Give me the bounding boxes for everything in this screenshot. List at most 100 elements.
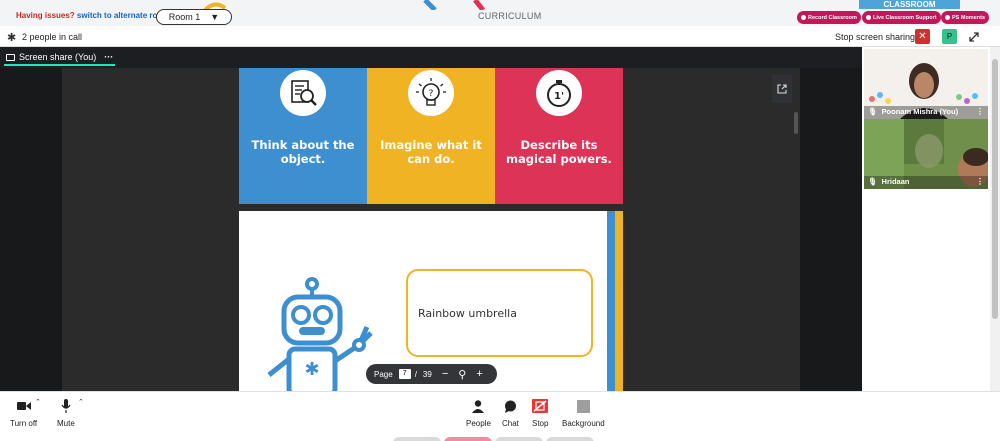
participant-name-text: Poonam Mishra (You) [881, 107, 959, 116]
card-imagine: ? Imagine what it can do. [367, 68, 495, 204]
page-number-input[interactable]: 7 [398, 369, 411, 379]
stopwatch-icon: 1' [547, 80, 571, 107]
participant-name: 🎙 Hridaan [868, 177, 909, 186]
mute-label: Mute [57, 419, 75, 428]
curriculum-tab[interactable]: CURRICULUM [478, 11, 542, 21]
svg-text:?: ? [429, 89, 434, 99]
total-pages: 39 [422, 369, 432, 379]
having-issues-text: Having issues? switch to alternate room [16, 11, 169, 20]
stopwatch-time-text: 1' [554, 91, 564, 102]
stop-share-icon [532, 399, 549, 413]
speech-bubble-text: Rainbow umbrella [418, 307, 517, 320]
popout-button[interactable] [772, 75, 792, 103]
decorative-swoosh [203, 0, 485, 10]
screen-share-icon [6, 53, 15, 61]
stage-tab-bar: Screen share (You) ··· [0, 47, 862, 68]
expand-icon [968, 31, 979, 42]
stage-left-gutter [0, 68, 62, 391]
card-icon-circle [280, 70, 326, 116]
classroom-tag: CLASSROOM [859, 0, 960, 9]
camera-options-caret[interactable]: ⌃ [35, 398, 41, 406]
turn-off-camera-button[interactable]: Turn off [10, 398, 37, 428]
participant-tile[interactable]: 🎙 Hridaan ⋮ [864, 119, 988, 189]
chat-bubble-icon [504, 400, 516, 413]
mute-button[interactable]: Mute [57, 398, 75, 428]
live-classroom-support-button[interactable]: Live Classroom Support [862, 11, 941, 24]
participant-more-icon[interactable]: ⋮ [976, 177, 984, 186]
call-status-bar: ✱ 2 people in call Stop screen sharing ✕… [0, 26, 1000, 47]
participant-tile[interactable]: 🎙 Poonam Mishra (You) ⋮ [864, 49, 988, 119]
page-label: Page [374, 369, 393, 379]
people-label: People [466, 419, 491, 428]
page-scrollbar[interactable] [990, 47, 1000, 391]
card-icon-circle: 1' [536, 70, 582, 116]
page-navigation-bar: Page 7 / 39 − ⚲ + [366, 364, 497, 384]
background-label: Background [562, 419, 605, 428]
people-button[interactable]: People [466, 398, 491, 428]
participant-name: 🎙 Poonam Mishra (You) [868, 107, 958, 116]
external-link-icon [777, 84, 787, 94]
mic-options-caret[interactable]: ⌃ [78, 398, 84, 406]
moments-icon [945, 15, 950, 20]
issues-label: Having issues? [16, 11, 75, 20]
card-imagine-caption: Imagine what it can do. [380, 138, 482, 166]
chat-label: Chat [502, 419, 519, 428]
shared-scroll-thumb[interactable] [794, 112, 798, 134]
bottom-tab-1[interactable] [393, 437, 441, 441]
call-toolbar: Turn off ⌃ Mute ⌃ People Chat Stop Backg… [0, 391, 1000, 441]
turn-off-label: Turn off [10, 419, 38, 428]
support-icon [866, 15, 871, 20]
svg-text:✱: ✱ [304, 359, 319, 380]
microphone-icon: 🎙 [868, 107, 878, 116]
record-icon [801, 15, 806, 20]
person-icon [472, 399, 485, 413]
background-icon [576, 399, 590, 413]
stop-screen-sharing-label: Stop screen sharing [835, 32, 916, 42]
live-support-label: Live Classroom Support [873, 14, 937, 21]
card-describe-caption: Describe its magical powers. [506, 138, 612, 166]
card-describe: 1' Describe its magical powers. [495, 68, 623, 204]
slide-stripe-yellow [615, 211, 623, 391]
page-separator: / [414, 369, 417, 379]
slide-instruction-cards: Think about the object. ? Imagine what i… [239, 68, 623, 204]
app-root: Having issues? switch to alternate room … [0, 0, 1000, 441]
stop-sharing-close-button[interactable]: ✕ [915, 29, 930, 44]
participant-more-icon[interactable]: ⋮ [976, 107, 984, 116]
microphone-icon [61, 399, 71, 413]
room-select-label: Room 1 [168, 12, 201, 22]
close-icon: ✕ [918, 31, 927, 42]
microphone-icon: 🎙 [868, 177, 878, 186]
zoom-icon[interactable]: ⚲ [458, 368, 466, 381]
card-icon-circle: ? [408, 70, 454, 116]
gear-icon[interactable]: ✱ [7, 31, 16, 44]
more-options-icon[interactable]: ··· [104, 52, 113, 62]
user-avatar-button[interactable]: P [942, 29, 957, 44]
card-think: Think about the object. [239, 68, 367, 204]
camera-icon [16, 402, 31, 410]
participants-panel: 🎙 Poonam Mishra (You) ⋮ 🎙 Hridaan ⋮ [862, 47, 990, 391]
background-button[interactable]: Background [562, 398, 605, 428]
record-classroom-button[interactable]: Record Classroom [797, 11, 861, 24]
chat-button[interactable]: Chat [502, 398, 519, 428]
zoom-in-button[interactable]: + [476, 368, 482, 380]
ps-moments-label: PS Moments [952, 14, 986, 21]
bottom-tab-2[interactable] [444, 437, 492, 441]
ps-moments-button[interactable]: PS Moments [941, 11, 990, 24]
stop-share-button[interactable]: Stop [532, 398, 548, 428]
inspect-document-icon [291, 80, 317, 106]
tab-screen-share[interactable]: Screen share (You) ··· [4, 50, 116, 66]
room-select[interactable]: Room 1 ▼ [156, 9, 232, 25]
scrollbar-thumb[interactable] [992, 59, 998, 319]
tab-screen-share-label: Screen share (You) [19, 52, 97, 62]
slide-stripe-blue [607, 211, 615, 391]
stop-label: Stop [532, 419, 549, 428]
people-in-call-count: 2 people in call [22, 32, 83, 42]
record-classroom-label: Record Classroom [808, 14, 857, 21]
card-think-caption: Think about the object. [251, 138, 355, 166]
zoom-out-button[interactable]: − [442, 368, 448, 380]
speech-bubble: Rainbow umbrella [406, 269, 593, 357]
bottom-tab-4[interactable] [546, 437, 594, 441]
fullscreen-button[interactable] [966, 29, 981, 44]
avatar-letter: P [946, 32, 953, 41]
bottom-tab-3[interactable] [495, 437, 543, 441]
